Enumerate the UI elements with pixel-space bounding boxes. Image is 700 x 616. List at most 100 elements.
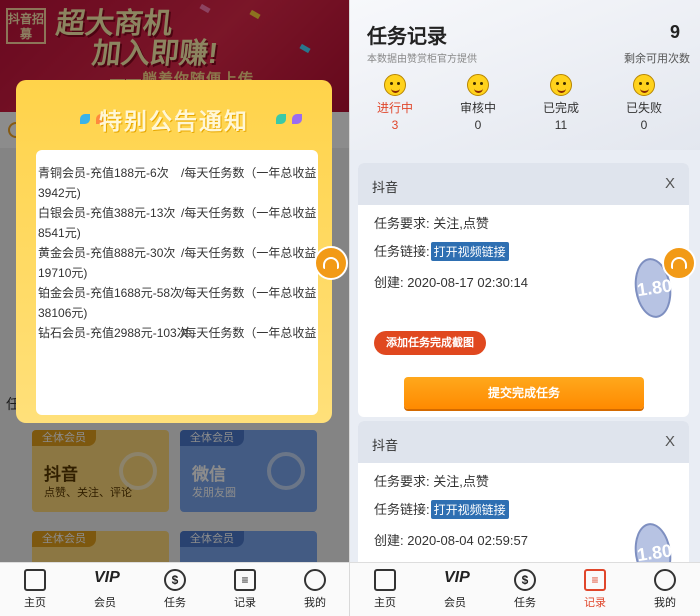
- page-title: 任务记录: [367, 26, 447, 48]
- tab-profile[interactable]: 我的: [280, 569, 349, 610]
- tab-label: 我的: [654, 597, 676, 609]
- tier-desc: /每天任务数（一年总收益: [181, 326, 317, 340]
- tier-desc: /每天任务数（一年总收益: [181, 206, 317, 220]
- smiley-icon: [384, 74, 406, 96]
- task-link-row: 任务链接: 打开视频链接: [374, 241, 509, 261]
- tab-label: 会员: [94, 597, 116, 609]
- announcement-modal: 特别公告通知 青铜会员-充值188元-6次 /每天任务数（一年总收益 3942元…: [16, 80, 332, 423]
- created-label: 创建:: [374, 533, 404, 548]
- member-tier-line: 白银会员-充值388元-13次 /每天任务数（一年总收益 8541元): [36, 200, 318, 240]
- submit-task-button[interactable]: 提交完成任务: [404, 377, 644, 409]
- task-record-card: 抖音 X 任务要求: 关注,点赞 任务链接: 打开视频链接 创建: 2020-08…: [358, 163, 689, 417]
- vip-icon: VIP: [444, 569, 470, 586]
- tab-home[interactable]: 主页: [0, 569, 70, 610]
- smiley-icon: [550, 74, 572, 96]
- grid-icon: [374, 569, 396, 591]
- remaining-count: 9: [669, 22, 680, 42]
- task-link-row: 任务链接: 打开视频链接: [374, 499, 509, 519]
- customer-service-button[interactable]: [662, 246, 696, 280]
- tab-tasks[interactable]: $ 任务: [490, 569, 560, 610]
- stat-count: 0: [640, 118, 648, 132]
- tab-vip[interactable]: VIP 会员: [70, 569, 140, 610]
- tab-records[interactable]: ≡ 记录: [560, 569, 630, 610]
- tier-name: 白银会员-充值388元-13次: [38, 206, 176, 220]
- tab-label: 记录: [584, 597, 606, 609]
- task-records-screen: 任务记录 本数据由赞赏柜官方提供 9 剩余可用次数 进行中 3 审核中 0 已完…: [350, 0, 700, 616]
- stat-failed[interactable]: 已失败 0: [609, 74, 679, 132]
- task-created-row: 创建: 2020-08-04 02:59:57: [374, 530, 528, 549]
- modal-content: 青铜会员-充值188元-6次 /每天任务数（一年总收益 3942元) 白银会员-…: [36, 150, 318, 415]
- vip-icon: VIP: [94, 569, 120, 586]
- tier-income: 8541元): [38, 226, 81, 240]
- link-label: 任务链接:: [374, 502, 430, 517]
- stat-label: 进行中: [376, 101, 413, 115]
- page-subtitle: 本数据由赞赏柜官方提供: [367, 54, 477, 65]
- customer-service-button[interactable]: [314, 246, 348, 280]
- user-icon: [654, 569, 676, 591]
- created-label: 创建:: [374, 275, 404, 290]
- requirement-label: 任务要求:: [374, 474, 430, 489]
- modal-title: 特别公告通知: [99, 108, 249, 134]
- money-bag-icon: $: [164, 569, 186, 591]
- tier-income: 19710元): [38, 266, 88, 280]
- task-platform: 抖音: [372, 180, 399, 195]
- remaining-label: 剩余可用次数: [624, 53, 690, 65]
- open-video-link-button[interactable]: 打开视频链接: [430, 500, 509, 519]
- task-created-row: 创建: 2020-08-17 02:30:14: [374, 272, 528, 291]
- tier-desc: /每天任务数（一年总收益: [181, 286, 317, 300]
- tier-name: 铂金会员-充值1688元-58次: [38, 286, 183, 300]
- stat-label: 已失败: [625, 101, 662, 115]
- open-video-link-button[interactable]: 打开视频链接: [430, 242, 509, 261]
- home-screen: 抖音招募 超大商机 加入即赚! ——躺着你随便上传 任 全体会员 抖音 点赞、关…: [0, 0, 349, 616]
- smiley-icon: [633, 74, 655, 96]
- tab-vip[interactable]: VIP 会员: [420, 569, 490, 610]
- tab-label: 任务: [164, 597, 186, 609]
- money-bag-icon: $: [514, 569, 536, 591]
- tab-profile[interactable]: 我的: [630, 569, 700, 610]
- add-screenshot-button[interactable]: 添加任务完成截图: [374, 331, 486, 355]
- member-tier-line: 钻石会员-充值2988元-103次 /每天任务数（一年总收益: [36, 320, 318, 360]
- tab-label: 我的: [304, 597, 326, 609]
- close-task-button[interactable]: X: [665, 175, 675, 192]
- task-requirement: 任务要求: 关注,点赞: [374, 213, 489, 232]
- task-platform: 抖音: [372, 438, 399, 453]
- stat-label: 已完成: [542, 101, 579, 115]
- stat-label: 审核中: [459, 101, 496, 115]
- stat-reviewing[interactable]: 审核中 0: [443, 74, 513, 132]
- tab-records[interactable]: ≡ 记录: [210, 569, 280, 610]
- created-value: 2020-08-04 02:59:57: [407, 533, 528, 548]
- member-tier-line: 铂金会员-充值1688元-58次 /每天任务数（一年总收益 38106元): [36, 280, 318, 320]
- tier-name: 黄金会员-充值888元-30次: [38, 246, 176, 260]
- tier-desc: /每天任务数（一年总收益: [181, 166, 317, 180]
- tab-home[interactable]: 主页: [350, 569, 420, 610]
- smiley-icon: [467, 74, 489, 96]
- link-label: 任务链接:: [374, 244, 430, 259]
- tier-name: 青铜会员-充值188元-6次: [38, 166, 169, 180]
- requirement-label: 任务要求:: [374, 216, 430, 231]
- tab-label: 记录: [234, 597, 256, 609]
- stat-in-progress[interactable]: 进行中 3: [360, 74, 430, 132]
- member-tier-line: 青铜会员-充值188元-6次 /每天任务数（一年总收益 3942元): [36, 160, 318, 200]
- document-icon: ≡: [584, 569, 606, 591]
- tab-label: 主页: [24, 597, 46, 609]
- requirement-value: 关注,点赞: [433, 216, 489, 231]
- task-card-header: 抖音 X: [358, 421, 689, 463]
- tier-income: 3942元): [38, 186, 81, 200]
- stat-completed[interactable]: 已完成 11: [526, 74, 596, 132]
- tier-name: 钻石会员-充值2988元-103次: [38, 326, 189, 340]
- user-icon: [304, 569, 326, 591]
- created-value: 2020-08-17 02:30:14: [407, 275, 528, 290]
- stat-count: 11: [554, 118, 568, 132]
- task-requirement: 任务要求: 关注,点赞: [374, 471, 489, 490]
- tier-desc: /每天任务数（一年总收益: [181, 246, 317, 260]
- member-tier-line: 黄金会员-充值888元-30次 /每天任务数（一年总收益 19710元): [36, 240, 318, 280]
- document-icon: ≡: [234, 569, 256, 591]
- bottom-tab-bar: 主页 VIP 会员 $ 任务 ≡ 记录 我的: [350, 562, 700, 616]
- tab-label: 主页: [374, 597, 396, 609]
- tier-income: 38106元): [38, 306, 88, 320]
- tab-tasks[interactable]: $ 任务: [140, 569, 210, 610]
- tab-label: 任务: [514, 597, 536, 609]
- records-header: 任务记录 本数据由赞赏柜官方提供 9 剩余可用次数 进行中 3 审核中 0 已完…: [350, 0, 700, 150]
- close-task-button[interactable]: X: [665, 433, 675, 450]
- task-card-header: 抖音 X: [358, 163, 689, 205]
